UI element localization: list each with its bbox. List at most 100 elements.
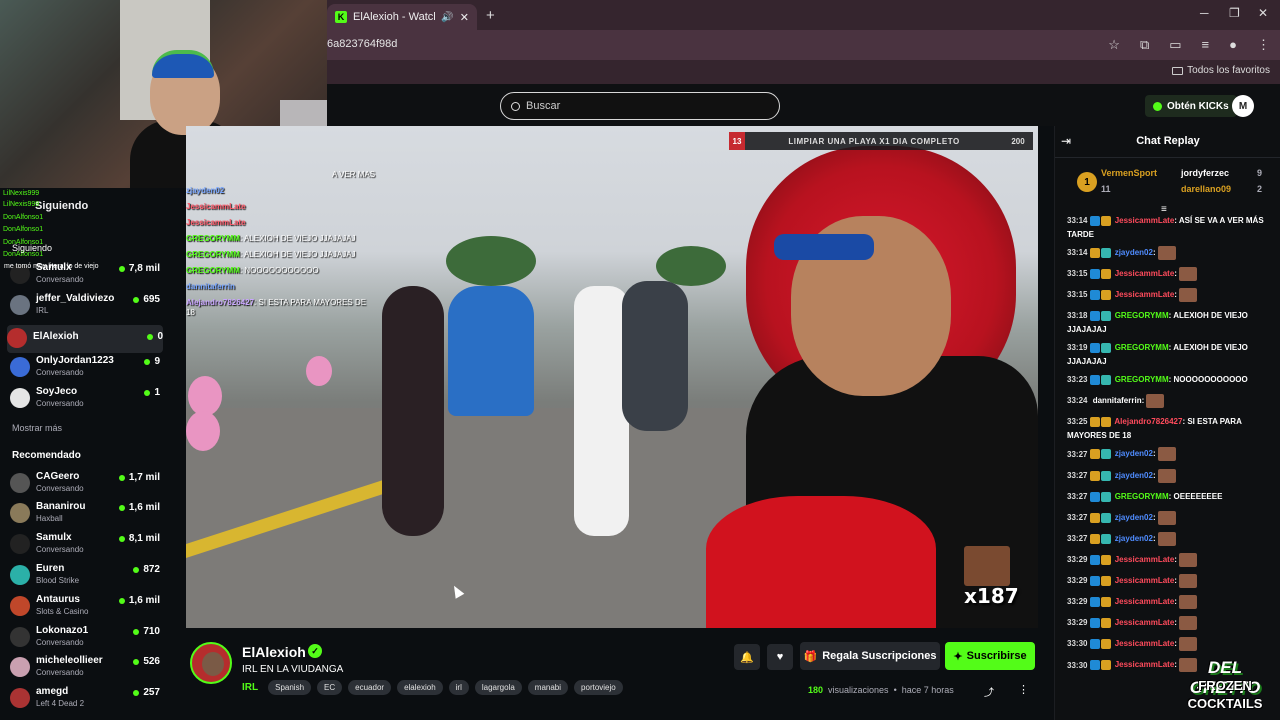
star-icon[interactable]: ☆: [1108, 37, 1120, 53]
new-tab-icon[interactable]: +: [486, 7, 495, 24]
menu-icon[interactable]: ⋮: [1257, 37, 1270, 53]
tag-chip[interactable]: elalexioh: [397, 680, 443, 695]
live-dot-icon: [133, 628, 140, 635]
chat-username[interactable]: JessicammLate: [1112, 639, 1175, 648]
tag-chip[interactable]: portoviejo: [574, 680, 623, 695]
minimize-icon[interactable]: ─: [1200, 6, 1209, 20]
streamer-name[interactable]: ElAlexioh: [242, 644, 306, 660]
url-field[interactable]: 6a823764f98d: [327, 38, 397, 50]
chat-badge-icon: [1101, 575, 1112, 586]
maximize-icon[interactable]: ❐: [1229, 6, 1240, 20]
playlist-icon[interactable]: ≡: [1202, 37, 1210, 53]
message-time: 33:29: [1067, 618, 1088, 628]
chat-username[interactable]: zjayden02: [1112, 513, 1153, 522]
channel-name: SoyJeco: [36, 386, 78, 397]
chat-username[interactable]: JessicammLate: [1112, 216, 1175, 225]
speaker-icon[interactable]: 🔊: [441, 12, 453, 23]
category-link[interactable]: IRL: [242, 682, 258, 693]
recommended-channel[interactable]: Euren Blood Strike 872: [10, 562, 160, 590]
video-player[interactable]: 13 LIMPIAR UNA PLAYA X1 DIA COMPLETO 200…: [186, 126, 1038, 628]
tag-chip[interactable]: lagargola: [474, 680, 522, 695]
overlay-chat-line: JessicammLate: [186, 218, 371, 228]
tag-chip[interactable]: manabi: [527, 680, 569, 695]
sidebar-channel[interactable]: SoyJeco Conversando 1: [10, 385, 160, 413]
chat-badge-icon: [1101, 375, 1112, 386]
chat-emote: [1157, 510, 1176, 525]
recommended-channel[interactable]: Bananirou Haxball 1,6 mil: [10, 500, 160, 528]
overlay-chat-text: : NOOOOOOOOOOO: [239, 266, 319, 275]
message-time: 33:19: [1067, 343, 1088, 353]
recommended-channel[interactable]: micheleollieer Conversando 526: [10, 654, 160, 682]
chat-username[interactable]: zjayden02: [1112, 450, 1153, 459]
recommended-channel[interactable]: amegd Left 4 Dead 2 257: [10, 685, 160, 713]
chat-username[interactable]: zjayden02: [1112, 534, 1153, 543]
show-more-link[interactable]: Mostrar más: [12, 423, 62, 433]
browser-tab[interactable]: K ElAlexioh - Watch the VOD 🔊 ✕: [327, 4, 477, 30]
streamer-avatar[interactable]: [190, 642, 232, 684]
chat-message: 33:18 GREGORYMM: ALEXIOH DE VIEJO JJAJAJ…: [1067, 311, 1248, 335]
viewer-count: 710: [133, 626, 160, 637]
sidebar-channel[interactable]: jeffer_Valdiviezo IRL 695: [10, 292, 160, 320]
overlay-chat-user: JessicammLate: [186, 202, 246, 211]
chat-username[interactable]: Alejandro7826427: [1112, 417, 1182, 426]
chat-username[interactable]: JessicammLate: [1112, 290, 1175, 299]
close-window-icon[interactable]: ✕: [1258, 6, 1268, 20]
cast-icon[interactable]: ▭: [1169, 37, 1181, 53]
sidebar-channel[interactable]: OnlyJordan1223 Conversando 9: [10, 354, 160, 382]
channel-category: Conversando: [36, 399, 84, 408]
recommended-channel[interactable]: CAGeero Conversando 1,7 mil: [10, 470, 160, 498]
chat-username[interactable]: GREGORYMM: [1112, 492, 1169, 501]
all-bookmarks[interactable]: Todos los favoritos: [1172, 65, 1270, 76]
extensions-icon[interactable]: ⧉: [1140, 37, 1149, 53]
chat-username[interactable]: zjayden02: [1112, 248, 1153, 257]
gifter-leaderboard: 1 VermenSport 11 jordyferzec 9 darellano…: [1055, 162, 1280, 215]
chat-username[interactable]: JessicammLate: [1112, 555, 1175, 564]
get-kicks-button[interactable]: Obtén KICKs: [1145, 95, 1237, 117]
tag-chip[interactable]: ecuador: [348, 680, 392, 695]
chat-username[interactable]: GREGORYMM: [1112, 343, 1169, 352]
chat-username[interactable]: zjayden02: [1112, 471, 1153, 480]
profile-icon[interactable]: ●: [1229, 37, 1237, 53]
chat-badge-icon: [1090, 533, 1101, 544]
rank-badge: 1: [1077, 172, 1097, 192]
recommended-channel[interactable]: Antaurus Slots & Casino 1,6 mil: [10, 593, 160, 621]
share-icon[interactable]: ⤴: [984, 684, 994, 699]
chat-username[interactable]: GREGORYMM: [1112, 311, 1169, 320]
leader-third-name[interactable]: darellano09: [1181, 184, 1231, 194]
channel-category: Slots & Casino: [36, 607, 89, 616]
tag-chip[interactable]: irl: [448, 680, 469, 695]
tag-chip[interactable]: Spanish: [268, 680, 312, 695]
chat-badge-icon: [1090, 470, 1101, 481]
chat-badge-icon: [1101, 491, 1112, 502]
goal-number: 13: [729, 132, 745, 150]
chat-username[interactable]: dannitaferrin: [1090, 396, 1142, 405]
recommended-channel[interactable]: Samulx Conversando 8,1 mil: [10, 531, 160, 559]
sidebar-channel[interactable]: ElAlexioh 0: [7, 325, 163, 353]
chat-badge-icon: [1090, 554, 1101, 565]
chat-username[interactable]: JessicammLate: [1112, 597, 1175, 606]
follow-heart-icon[interactable]: ♥: [767, 644, 793, 670]
chat-message: 33:29 JessicammLate:: [1067, 595, 1273, 610]
chat-header: ⇥ Chat Replay: [1055, 126, 1280, 158]
leader-second-name[interactable]: jordyferzec: [1181, 168, 1229, 178]
recommended-channel[interactable]: Lokonazo1 Conversando 710: [10, 624, 160, 652]
close-tab-icon[interactable]: ✕: [460, 11, 469, 24]
chat-badge-icon: [1101, 248, 1112, 258]
goal-text: LIMPIAR UNA PLAYA X1 DIA COMPLETO: [788, 136, 960, 146]
chat-emote: [1157, 447, 1176, 462]
search-input[interactable]: Buscar: [500, 92, 780, 120]
chat-username[interactable]: JessicammLate: [1112, 576, 1175, 585]
chat-username[interactable]: JessicammLate: [1112, 661, 1175, 670]
chat-emote: [1178, 595, 1197, 610]
user-avatar[interactable]: M: [1232, 95, 1254, 117]
chat-badge-icon: [1101, 269, 1112, 280]
more-options-icon[interactable]: ⋮: [1018, 683, 1029, 696]
tag-chip[interactable]: EC: [317, 680, 343, 695]
gift-subscriptions-button[interactable]: 🎁 Regala Suscripciones: [800, 642, 940, 670]
chat-username[interactable]: GREGORYMM: [1112, 375, 1169, 384]
chat-username[interactable]: JessicammLate: [1112, 269, 1175, 278]
notification-bell-icon[interactable]: 🔔: [734, 644, 760, 670]
chat-username[interactable]: JessicammLate: [1112, 618, 1175, 627]
leader-first-name[interactable]: VermenSport: [1101, 168, 1157, 178]
subscribe-button[interactable]: ✦ Suscribirse: [945, 642, 1035, 670]
